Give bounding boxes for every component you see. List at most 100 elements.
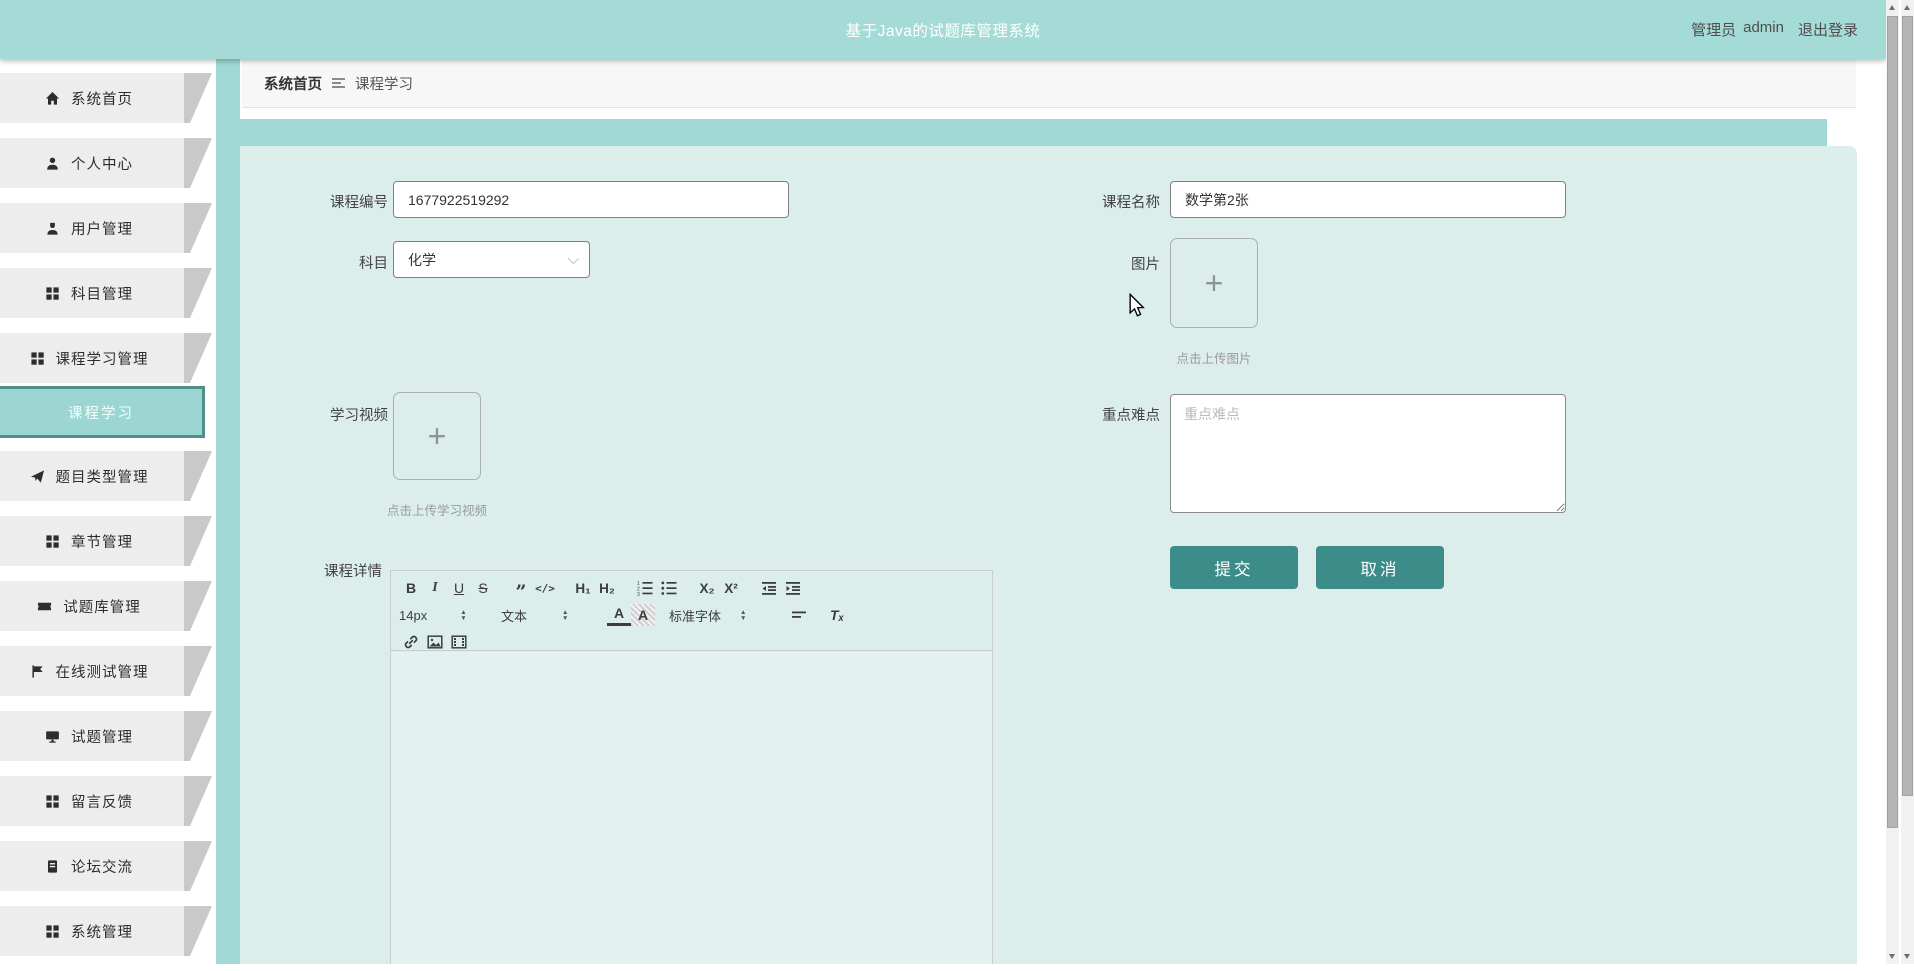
header-2-button[interactable]: H₂ <box>595 577 619 599</box>
indent-icon[interactable] <box>781 577 805 599</box>
menu-icon <box>332 78 345 88</box>
sidebar-item-label: 个人中心 <box>71 156 133 173</box>
grid-icon <box>30 351 45 366</box>
sidebar-item-14[interactable]: 系统管理 <box>0 906 212 956</box>
outdent-icon[interactable] <box>757 577 781 599</box>
italic-button[interactable]: I <box>423 577 447 599</box>
sidebar-item-13[interactable]: 论坛交流 <box>0 841 212 891</box>
sidebar-item-9[interactable]: 试题库管理 <box>0 581 212 631</box>
sidebar-item-3[interactable]: 用户管理 <box>0 203 212 253</box>
paper-plane-icon <box>30 469 45 484</box>
sidebar-accent-strip <box>216 59 240 964</box>
subject-label: 科目 <box>359 256 388 272</box>
header-1-button[interactable]: H₁ <box>571 577 595 599</box>
blockquote-button[interactable]: ” <box>509 577 533 602</box>
sidebar-item-label: 题目类型管理 <box>55 469 149 486</box>
course-no-input[interactable] <box>393 181 789 218</box>
ticket-icon <box>37 599 52 614</box>
scrollbar-thumb[interactable] <box>1887 16 1898 828</box>
keypoints-label: 重点难点 <box>1102 408 1160 424</box>
sidebar-item-1[interactable]: 系统首页 <box>0 73 212 123</box>
user-info: 管理员 admin <box>1691 19 1784 40</box>
sidebar-list: 系统首页个人中心用户管理科目管理课程学习管理课程学习题目类型管理 章节管理试题库管… <box>0 73 216 971</box>
user-icon <box>45 156 60 171</box>
subject-select[interactable]: 化学 <box>393 241 590 278</box>
font-select[interactable]: 标准字体 ▲ ▼ <box>669 606 773 625</box>
align-icon[interactable] <box>787 604 811 626</box>
logout-link[interactable]: 退出登录 <box>1798 19 1858 40</box>
sidebar-item-11[interactable]: 试题管理 <box>0 711 212 761</box>
rich-text-editor: B I U S ” </> H₁ H₂ 123 X₂ X² 14px ▲ ▼ 文… <box>390 570 993 964</box>
code-block-button[interactable]: </> <box>533 577 557 599</box>
spinner-arrows-icon: ▲ ▼ <box>562 608 569 622</box>
sidebar-item-8[interactable]: 章节管理 <box>0 516 212 566</box>
sidebar-item-label: 科目管理 <box>71 286 133 303</box>
submit-button[interactable]: 提交 <box>1170 546 1298 589</box>
image-label: 图片 <box>1131 257 1160 273</box>
video-icon[interactable] <box>447 631 471 653</box>
sidebar-item-10[interactable]: 在线测试管理 <box>0 646 212 696</box>
username: admin <box>1743 19 1784 36</box>
bold-button[interactable]: B <box>399 577 423 599</box>
scroll-down-icon[interactable] <box>1886 949 1899 964</box>
underline-button[interactable]: U <box>447 577 471 599</box>
video-upload-box[interactable]: + <box>393 392 481 480</box>
chevron-down-icon <box>567 252 580 265</box>
user-solid-icon <box>45 221 60 236</box>
breadcrumb-home-link[interactable]: 系统首页 <box>264 73 322 94</box>
sidebar-item-4[interactable]: 科目管理 <box>0 268 212 318</box>
breadcrumb: 系统首页 课程学习 <box>242 59 1856 108</box>
sidebar-item-label: 试题库管理 <box>63 599 141 616</box>
highlight-color-button[interactable]: A <box>631 604 655 626</box>
journal-icon <box>45 859 60 874</box>
video-upload-hint: 点击上传学习视频 <box>386 504 487 518</box>
scroll-up-icon[interactable] <box>1901 0 1914 15</box>
size-select[interactable]: 14px ▲ ▼ <box>399 608 487 623</box>
cancel-button[interactable]: 取消 <box>1316 546 1444 589</box>
plus-icon: + <box>427 418 447 454</box>
link-icon[interactable] <box>399 631 423 653</box>
course-name-input[interactable] <box>1170 181 1566 218</box>
sidebar-item-label: 章节管理 <box>71 534 133 551</box>
sidebar-item-12[interactable]: 留言反馈 <box>0 776 212 826</box>
strikethrough-button[interactable]: S <box>471 577 495 599</box>
sidebar-item-7[interactable]: 题目类型管理 <box>0 451 212 501</box>
spinner-arrows-icon: ▲ ▼ <box>740 608 747 622</box>
ordered-list-icon[interactable]: 123 <box>633 577 657 599</box>
editor-toolbar: B I U S ” </> H₁ H₂ 123 X₂ X² 14px ▲ ▼ 文… <box>391 571 992 651</box>
scroll-up-icon[interactable] <box>1886 0 1899 15</box>
sidebar-item-2[interactable]: 个人中心 <box>0 138 212 188</box>
sidebar-item-label: 用户管理 <box>71 221 133 238</box>
keypoints-textarea[interactable] <box>1170 394 1566 513</box>
format-select[interactable]: 文本 ▲ ▼ <box>501 606 593 625</box>
sidebar-item-5[interactable]: 课程学习管理 <box>0 333 212 383</box>
grid-icon <box>45 794 60 809</box>
clear-format-button[interactable]: Tₓ <box>825 604 849 626</box>
course-name-label: 课程名称 <box>1102 195 1160 211</box>
user-role: 管理员 <box>1691 22 1737 39</box>
window-scrollbar[interactable] <box>1901 0 1914 964</box>
home-icon <box>45 91 60 106</box>
svg-text:3: 3 <box>637 592 640 596</box>
sidebar-item-label: 课程学习管理 <box>55 351 149 368</box>
bullet-list-icon[interactable] <box>657 577 681 599</box>
subscript-button[interactable]: X₂ <box>695 577 719 599</box>
breadcrumb-current: 课程学习 <box>355 76 413 93</box>
image-icon[interactable] <box>423 631 447 653</box>
image-upload-box[interactable]: + <box>1170 238 1258 328</box>
spinner-arrows-icon: ▲ ▼ <box>460 608 467 622</box>
detail-label: 课程详情 <box>324 564 382 580</box>
scroll-down-icon[interactable] <box>1901 949 1914 964</box>
sidebar-item-6[interactable]: 课程学习 <box>0 386 205 438</box>
grid-icon <box>45 534 60 549</box>
inner-scrollbar[interactable] <box>1886 0 1899 964</box>
monitor-icon <box>45 729 60 744</box>
app-header: 基于Java的试题库管理系统 管理员 admin 退出登录 <box>0 0 1886 59</box>
editor-body[interactable] <box>391 652 992 964</box>
video-label: 学习视频 <box>330 408 388 424</box>
text-color-button[interactable]: A <box>607 604 631 626</box>
sidebar-item-label: 在线测试管理 <box>55 664 149 681</box>
scrollbar-thumb[interactable] <box>1902 16 1913 796</box>
image-upload-hint: 点击上传图片 <box>1176 352 1252 366</box>
superscript-button[interactable]: X² <box>719 577 743 599</box>
